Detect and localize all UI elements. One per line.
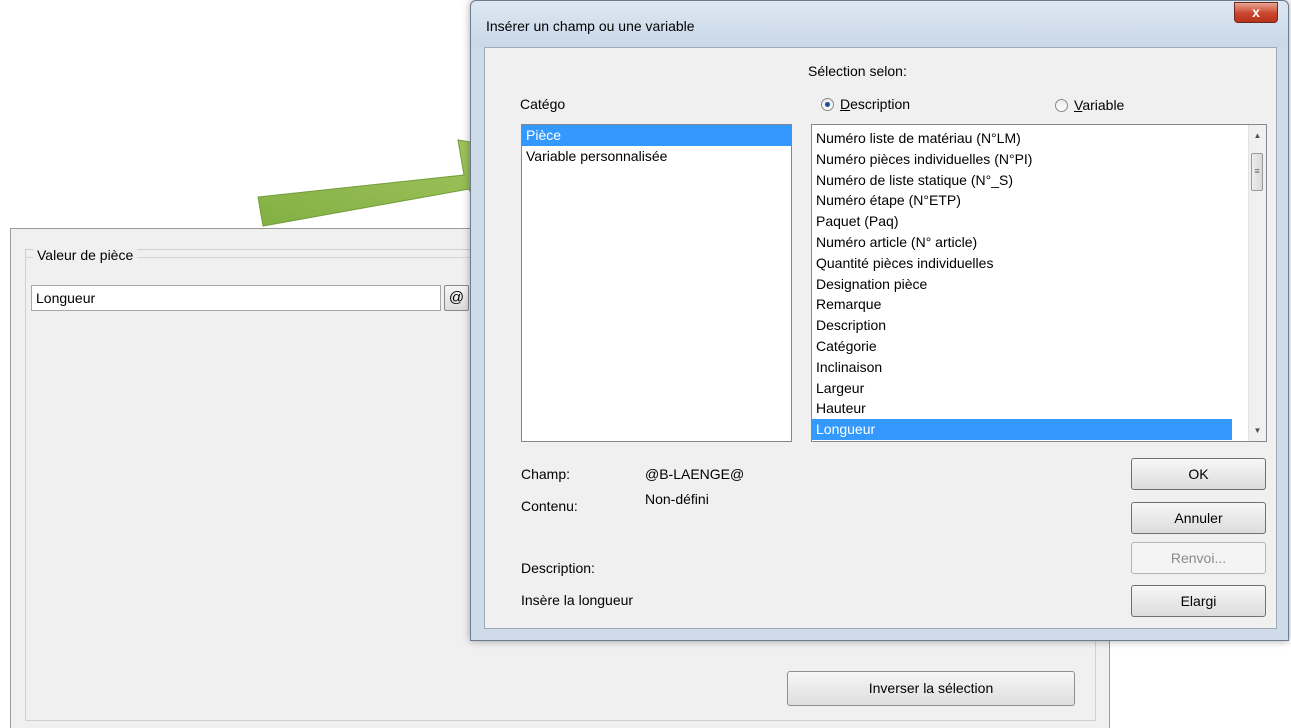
field-list-scrollbar[interactable]: ▲ ≡ ▼: [1248, 125, 1266, 441]
category-items: Pièce Variable personnalisée: [522, 125, 791, 167]
expand-button[interactable]: Elargi: [1131, 585, 1266, 617]
cancel-button[interactable]: Annuler: [1131, 502, 1266, 534]
field-list-item[interactable]: Numéro pièces individuelles (N°PI): [812, 149, 1232, 170]
field-list-item[interactable]: Inclinaison: [812, 357, 1232, 378]
content-value: Non-défini: [645, 491, 709, 507]
dialog-titlebar[interactable]: Insérer un champ ou une variable x: [471, 1, 1288, 47]
category-label: Catégo: [520, 96, 566, 112]
category-list-item[interactable]: Variable personnalisée: [522, 146, 791, 167]
field-list-item[interactable]: Numéro étape (N°ETP): [812, 190, 1232, 211]
category-list[interactable]: Pièce Variable personnalisée: [521, 124, 792, 442]
close-button[interactable]: x: [1234, 2, 1278, 23]
category-list-item[interactable]: Pièce: [522, 125, 791, 146]
field-list[interactable]: Numéro liste de matériau (N°LM) Numéro pi…: [811, 124, 1267, 442]
field-list-item[interactable]: Longueur: [812, 419, 1232, 440]
field-list-item[interactable]: Quantité pièces individuelles: [812, 253, 1232, 274]
dialog-client-area: Sélection selon: Description Variable Ca…: [484, 47, 1277, 629]
field-list-item[interactable]: Numéro article (N° article): [812, 232, 1232, 253]
selection-mode-label: Sélection selon:: [808, 63, 907, 79]
scroll-up-icon[interactable]: ▲: [1249, 131, 1266, 140]
field-list-item[interactable]: Remarque: [812, 294, 1232, 315]
field-list-item[interactable]: Catégorie: [812, 336, 1232, 357]
field-list-item[interactable]: Designation pièce: [812, 274, 1232, 295]
dialog-title: Insérer un champ ou une variable: [486, 18, 695, 34]
radio-description-icon: [821, 98, 834, 111]
description-value: Insère la longueur: [521, 592, 634, 608]
radio-variable-icon: [1055, 99, 1068, 112]
field-list-item[interactable]: Hauteur: [812, 398, 1232, 419]
description-label: Description:: [521, 560, 595, 576]
content-label: Contenu:: [521, 498, 578, 514]
reference-button[interactable]: Renvoi...: [1131, 542, 1266, 574]
field-list-item[interactable]: Numéro de liste statique (N°_S): [812, 170, 1232, 191]
field-items: Numéro liste de matériau (N°LM) Numéro pi…: [812, 125, 1232, 440]
scroll-down-icon[interactable]: ▼: [1249, 426, 1266, 435]
insert-field-dialog: Insérer un champ ou une variable x Sélec…: [470, 0, 1289, 641]
field-list-item[interactable]: Description: [812, 315, 1232, 336]
close-icon: x: [1252, 4, 1260, 20]
field-label: Champ:: [521, 466, 571, 482]
radio-variable[interactable]: Variable: [1055, 97, 1124, 113]
field-list-item[interactable]: Paquet (Paq): [812, 211, 1232, 232]
field-value: @B-LAENGE@: [645, 466, 745, 482]
scroll-thumb[interactable]: ≡: [1251, 153, 1263, 191]
radio-description[interactable]: Description: [821, 96, 910, 112]
field-list-item[interactable]: Numéro liste de matériau (N°LM): [812, 128, 1232, 149]
ok-button[interactable]: OK: [1131, 458, 1266, 490]
field-list-item[interactable]: Largeur: [812, 378, 1232, 399]
